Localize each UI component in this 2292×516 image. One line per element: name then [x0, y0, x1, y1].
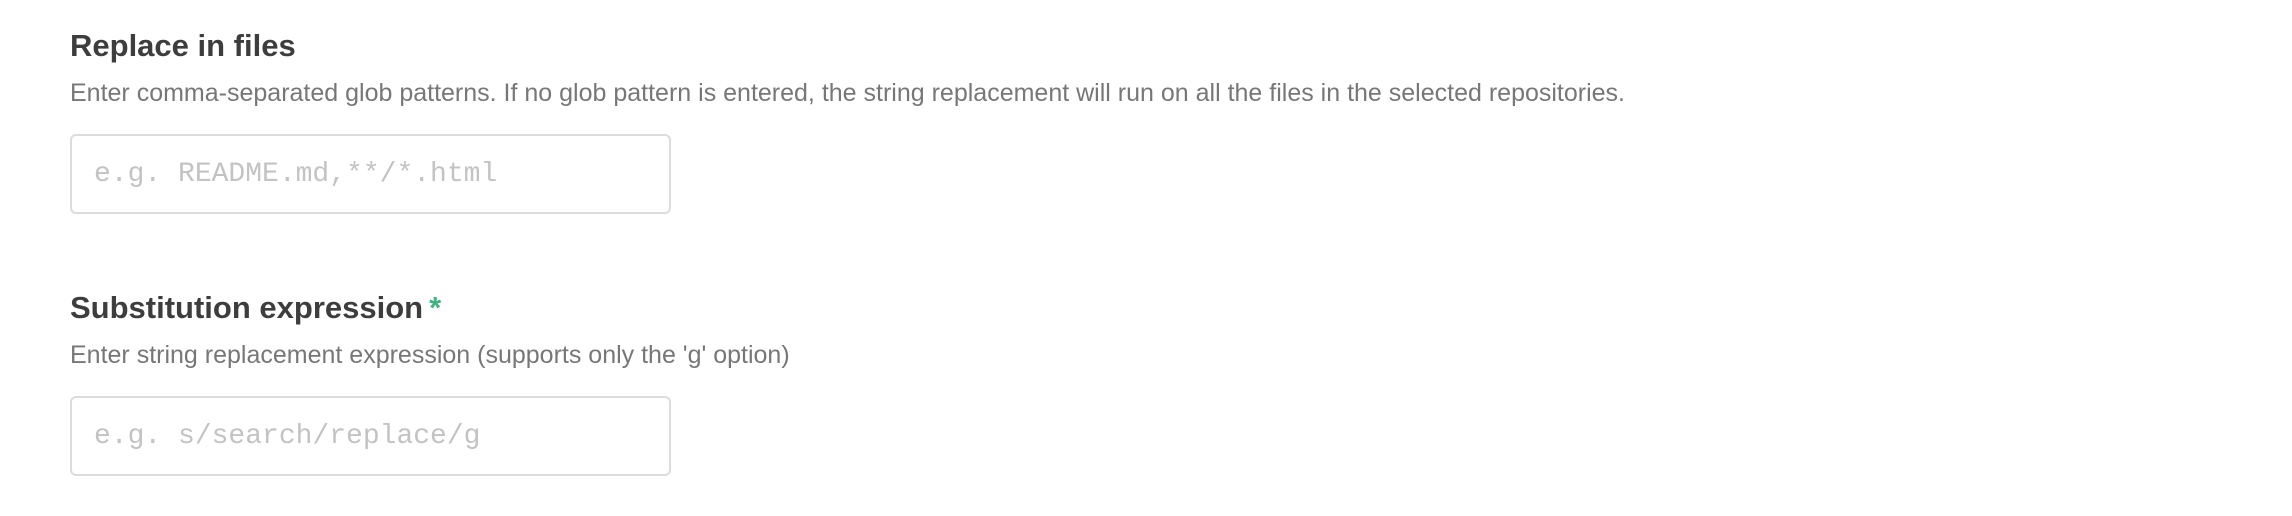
substitution-expression-help: Enter string replacement expression (sup… [70, 341, 790, 369]
replace-in-files-help: Enter comma-separated glob patterns. If … [70, 79, 1626, 107]
required-asterisk: * [429, 290, 442, 325]
substitution-expression-field: Substitution expression * Enter string re… [70, 288, 790, 476]
replace-in-files-title: Replace in files [70, 26, 1625, 66]
replace-in-files-input[interactable] [70, 134, 671, 214]
substitution-expression-input[interactable] [70, 396, 671, 476]
substitution-expression-title-text: Substitution expression [70, 290, 424, 325]
substitution-expression-title: Substitution expression * [70, 288, 790, 328]
replace-in-files-field: Replace in files Enter comma-separated g… [70, 26, 1625, 214]
replace-in-files-title-text: Replace in files [70, 28, 296, 63]
